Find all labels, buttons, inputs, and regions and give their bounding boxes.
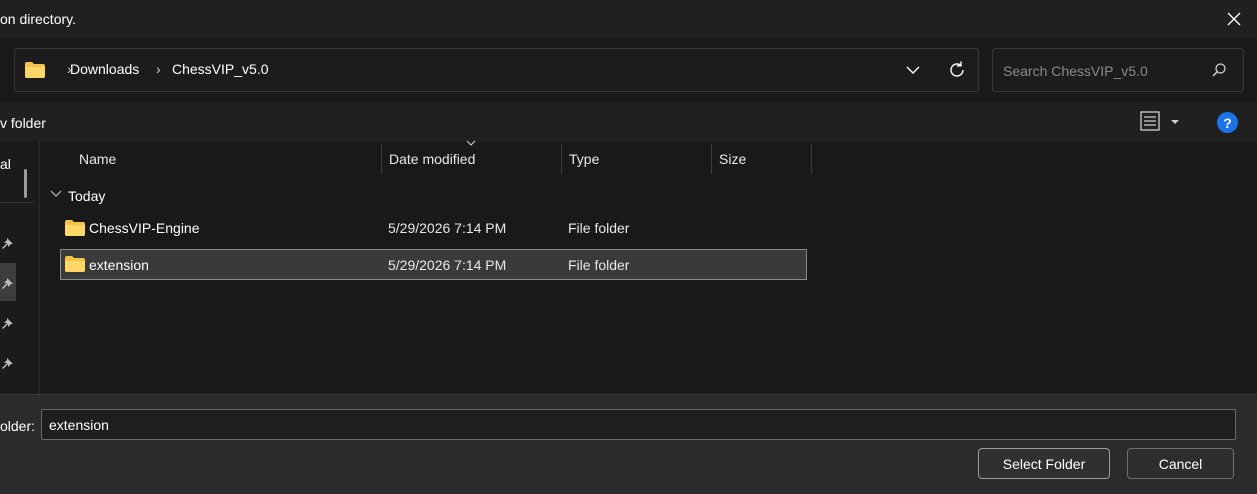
- nav-item-pinned[interactable]: [0, 263, 16, 301]
- folder-icon: [65, 220, 85, 236]
- view-details-icon[interactable]: [1140, 111, 1160, 131]
- search-input[interactable]: Search ChessVIP_v5.0: [992, 48, 1244, 92]
- title-bar: on directory.: [0, 0, 1257, 38]
- dialog-footer: older: Select Folder Cancel: [0, 394, 1257, 494]
- folder-icon: [65, 256, 85, 272]
- nav-item-pinned[interactable]: [0, 309, 16, 335]
- window-title: on directory.: [0, 11, 76, 27]
- nav-item-pinned[interactable]: [0, 349, 16, 375]
- caret-down-icon[interactable]: [1170, 119, 1180, 125]
- file-name: extension: [89, 257, 149, 273]
- file-type: File folder: [568, 257, 630, 273]
- nav-item-pinned[interactable]: [0, 229, 16, 255]
- file-name: ChessVIP-Engine: [89, 220, 200, 236]
- help-button[interactable]: ?: [1217, 112, 1238, 133]
- file-date: 5/29/2026 7:14 PM: [388, 220, 507, 236]
- list-item-selected[interactable]: extension 5/29/2026 7:14 PM File folder: [60, 249, 807, 280]
- search-icon[interactable]: [1211, 62, 1227, 78]
- new-folder-button[interactable]: v folder: [0, 115, 46, 131]
- pin-icon: [2, 316, 13, 329]
- column-divider[interactable]: [811, 144, 812, 174]
- close-button[interactable]: [1211, 0, 1257, 38]
- file-date: 5/29/2026 7:14 PM: [388, 257, 507, 273]
- navigation-pane: al: [0, 142, 40, 394]
- nav-divider: [0, 202, 34, 203]
- address-row: › Downloads › ChessVIP_v5.0 Search Chess…: [0, 38, 1257, 102]
- chevron-down-icon: [50, 190, 62, 197]
- nav-scrollbar[interactable]: [24, 169, 27, 198]
- breadcrumb-chessvip[interactable]: ChessVIP_v5.0: [172, 61, 269, 77]
- breadcrumb-separator: ›: [156, 61, 161, 77]
- refresh-icon[interactable]: [946, 59, 968, 81]
- pin-icon: [2, 356, 13, 369]
- column-header-type[interactable]: Type: [562, 142, 712, 174]
- folder-name-field[interactable]: [41, 409, 1236, 440]
- folder-icon: [25, 62, 45, 78]
- column-header-size[interactable]: Size: [712, 142, 812, 174]
- pin-icon: [2, 276, 13, 289]
- file-type: File folder: [568, 220, 630, 236]
- chevron-down-icon[interactable]: [905, 62, 921, 78]
- close-icon: [1227, 12, 1241, 26]
- file-list[interactable]: Name Date modified Type Size Today Chess…: [40, 140, 1257, 394]
- list-item[interactable]: ChessVIP-Engine 5/29/2026 7:14 PM File f…: [60, 213, 807, 244]
- pin-icon: [2, 236, 13, 249]
- column-header-date[interactable]: Date modified: [382, 142, 562, 174]
- nav-item-label[interactable]: al: [0, 156, 11, 172]
- select-folder-button[interactable]: Select Folder: [978, 448, 1110, 479]
- command-bar: v folder ?: [0, 102, 1257, 142]
- cancel-button[interactable]: Cancel: [1127, 448, 1234, 479]
- search-placeholder: Search ChessVIP_v5.0: [1003, 63, 1148, 79]
- column-header-name[interactable]: Name: [40, 142, 382, 174]
- folder-field-label: older:: [0, 418, 36, 434]
- breadcrumb-downloads[interactable]: Downloads: [70, 61, 139, 77]
- address-bar[interactable]: › Downloads › ChessVIP_v5.0: [14, 48, 979, 92]
